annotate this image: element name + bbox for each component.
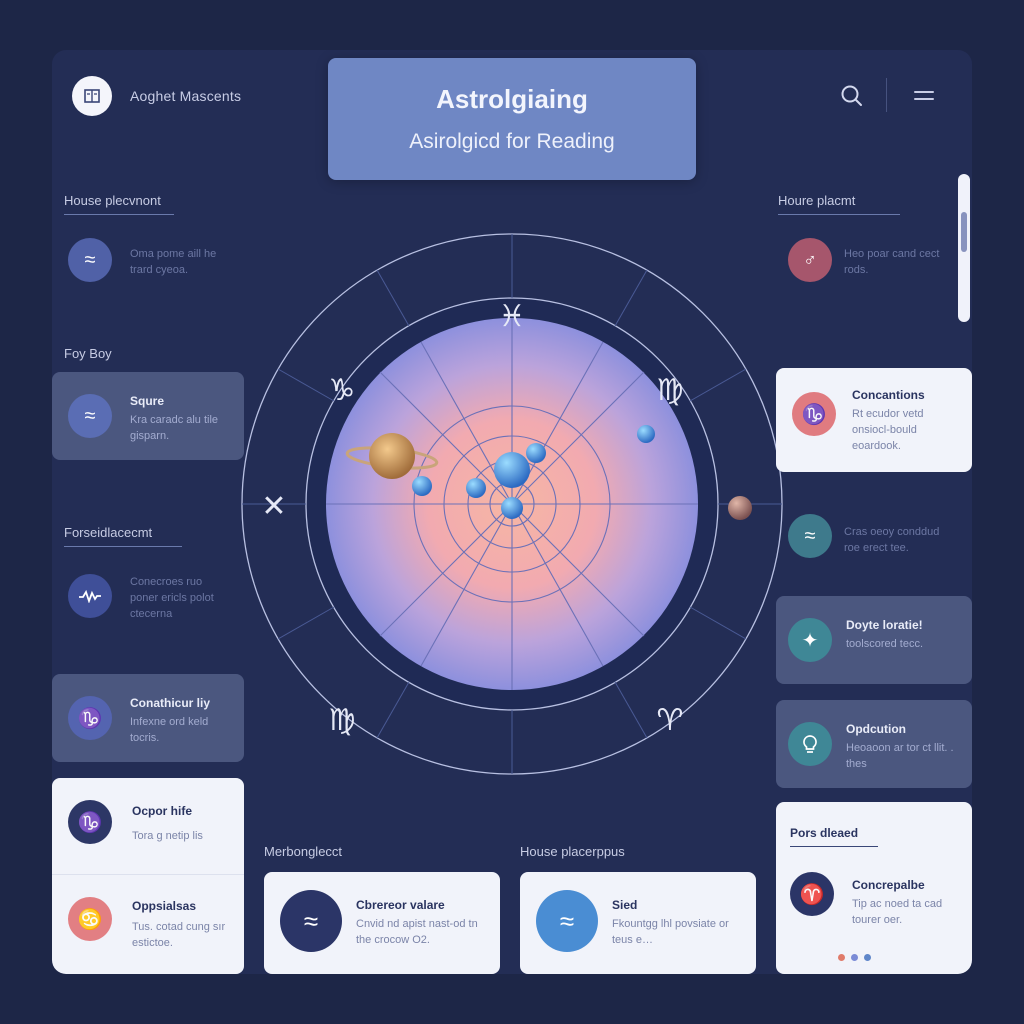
list-item-text: Heo poar cand cect rods.: [844, 248, 940, 276]
section-label: Foy Boy: [64, 346, 112, 361]
menu-icon: [914, 91, 934, 93]
card-title: Conathicur liy: [130, 696, 211, 710]
capricorn-icon: ♑: [68, 696, 112, 740]
list-item-text: Oma pome aill he trard cyeoa.: [130, 248, 217, 276]
hero-title: Astrolgiaing: [436, 84, 588, 114]
section-house-placement: House plecvnont: [64, 193, 174, 215]
planet-icon[interactable]: [412, 476, 432, 496]
card-body: Infexne ord keld tocris.: [130, 716, 209, 744]
aspect-card[interactable]: ♑ Concantions Rt ecudor vetd onsiocl-bou…: [776, 368, 972, 472]
card-body: Rt ecudor vetd onsiocl-bould eoardook.: [852, 408, 924, 452]
card-body: Heoaoon ar tor ct llit. . thes: [846, 742, 954, 770]
planet-icon[interactable]: [637, 425, 655, 443]
mars-icon: ♂: [788, 238, 832, 282]
aries-icon: ♈: [790, 872, 834, 916]
aspect-card[interactable]: ♑ Conathicur liy Infexne ord keld tocris…: [52, 674, 244, 762]
app-logo[interactable]: [72, 76, 112, 116]
planet-icon[interactable]: [466, 478, 486, 498]
card-body: Tora g netip lis: [132, 830, 203, 842]
search-icon: [841, 85, 862, 106]
card-title: Concantions: [852, 388, 925, 402]
list-item-text: Conecroes ruo poner ericls polot ctecern…: [130, 576, 214, 620]
menu-icon: [914, 98, 934, 100]
aspect-list-card: ♑ Ocpor hife Tora g netip lis ♋ Oppsials…: [52, 778, 244, 974]
aspect-card[interactable]: ≈ Sied Fkountgg lhl povsiate or teus e…: [520, 872, 756, 974]
aquarius-icon: ≈: [788, 514, 832, 558]
pagination-dot[interactable]: [838, 954, 845, 961]
planet-icon[interactable]: [728, 496, 752, 520]
aspect-card[interactable]: ≈ Squre Kra caradc alu tile gisparn.: [52, 372, 244, 460]
book-icon: [84, 89, 100, 103]
aquarius-icon: ≈: [68, 394, 112, 438]
search-button[interactable]: [838, 82, 866, 110]
card-title: Sied: [612, 898, 638, 912]
card-body: Tus. cotad cung sır estictoe.: [132, 921, 226, 949]
cancer-icon: ♋: [68, 897, 112, 941]
card-title: Doyte loratie!: [846, 618, 923, 632]
aspect-card[interactable]: ✦ Doyte loratie! toolscored tecc.: [776, 596, 972, 684]
pagination-dot[interactable]: [851, 954, 858, 961]
scrollbar[interactable]: [958, 174, 970, 322]
capricorn-icon: ♑: [792, 392, 836, 436]
scrollbar-thumb[interactable]: [961, 212, 967, 252]
section-label: Pors dleaed: [790, 826, 878, 847]
list-item[interactable]: ♑ Ocpor hife Tora g netip lis: [52, 778, 244, 874]
zodiac-wheel[interactable]: ♓ ♍ ♑ ♈ ♍ ✕ ♈: [240, 230, 784, 778]
star-icon: ✦: [788, 618, 832, 662]
hero-banner: Astrolgiaing Asirolgicd for Reading: [328, 58, 696, 180]
aries-icon: ♈: [657, 703, 684, 738]
card-body: Fkountgg lhl povsiate or teus e…: [612, 918, 729, 946]
planet-icon[interactable]: [526, 443, 546, 463]
virgo-icon: ♍: [329, 703, 356, 738]
virgo-icon: ♍: [657, 373, 684, 408]
list-item-text: Cras oeoy conddud roe erect tee.: [844, 526, 940, 554]
planet-icon[interactable]: [501, 497, 523, 519]
card-body: toolscored tecc.: [846, 638, 924, 650]
planet-icon[interactable]: [494, 452, 530, 488]
card-title: Cbrereor valare: [356, 898, 445, 912]
app-window: Aoghet Mascents Astrolgiaing Asirolgicd …: [52, 50, 972, 974]
card-title: Ocpor hife: [132, 804, 193, 818]
card-body: Kra caradc alu tile gisparn.: [130, 414, 219, 442]
wave-icon: [68, 574, 112, 618]
aquarius-icon: ≈: [68, 238, 112, 282]
section-house-placement-right: Houre placmt: [778, 193, 900, 215]
card-body: Tip ac noed ta cad tourer oer.: [852, 898, 943, 926]
card-body: Cnvid nd apist nast-od tn the crocow O2.: [356, 918, 478, 946]
pagination-dots[interactable]: [838, 948, 877, 966]
card-title: Oppsialsas: [132, 899, 197, 913]
aquarius-icon: ≈: [280, 890, 342, 952]
list-item[interactable]: ♂ Heo poar cand cect rods.: [788, 238, 948, 288]
capricorn-icon: ♑: [68, 800, 112, 844]
aspect-card[interactable]: Opdcution Heoaoon ar tor ct llit. . thes: [776, 700, 972, 788]
card-title: Opdcution: [846, 722, 906, 736]
bulb-icon: [788, 722, 832, 766]
pagination-dot[interactable]: [864, 954, 871, 961]
header-divider: [886, 78, 887, 112]
capricorn-icon: ♑: [329, 373, 356, 408]
section-placement: Forseidlacecmt: [64, 525, 182, 547]
card-title: Concrepalbe: [852, 878, 925, 892]
section-label: Merbonglecct: [264, 844, 343, 859]
section-label: House placerppus: [520, 844, 625, 859]
aspect-card[interactable]: ≈ Cbrereor valare Cnvid nd apist nast-od…: [264, 872, 500, 974]
card-title: Squre: [130, 394, 165, 408]
menu-button[interactable]: [910, 86, 940, 108]
hero-subtitle: Asirolgicd for Reading: [409, 130, 615, 153]
list-item[interactable]: ≈ Oma pome aill he trard cyeoa.: [68, 238, 248, 288]
app-name: Aoghet Mascents: [130, 88, 242, 104]
aquarius-icon: ≈: [536, 890, 598, 952]
list-item[interactable]: ♋ Oppsialsas Tus. cotad cung sır esticto…: [52, 875, 244, 974]
cross-icon: ✕: [261, 489, 286, 524]
list-item[interactable]: ≈ Cras oeoy conddud roe erect tee.: [788, 514, 958, 564]
pisces-icon: ♓: [499, 299, 526, 334]
list-item[interactable]: Conecroes ruo poner ericls polot ctecern…: [68, 572, 248, 628]
